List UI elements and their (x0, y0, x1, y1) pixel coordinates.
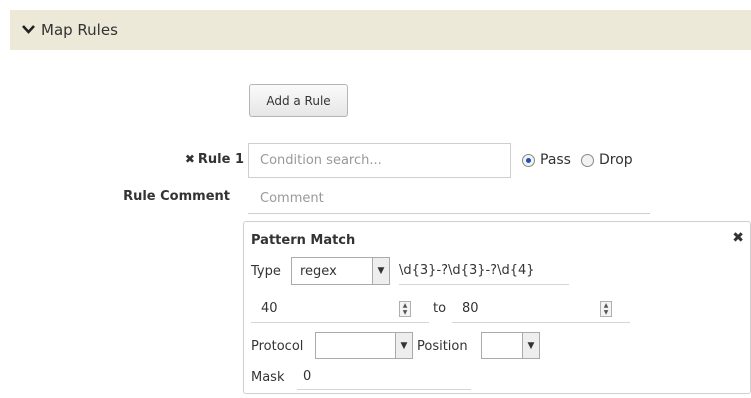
chevron-down-icon: ▼ (395, 333, 412, 358)
protocol-label: Protocol (251, 339, 304, 354)
pattern-match-title: Pattern Match (251, 233, 356, 248)
position-label: Position (417, 339, 468, 354)
pass-label: Pass (540, 152, 571, 168)
rule-comment-label: Rule Comment (123, 189, 230, 204)
drop-radio[interactable] (580, 153, 594, 167)
pattern-match-panel: Pattern Match ✖ Type regex ▼ \d{3}-?\d{3… (243, 221, 751, 394)
mask-input[interactable]: 0 (297, 364, 471, 390)
position-select[interactable]: ▼ (481, 332, 540, 359)
comment-placeholder: Comment (260, 191, 324, 206)
chevron-down-icon: ▼ (522, 333, 539, 358)
rule-label-text: Rule 1 (197, 152, 244, 167)
section-title: Map Rules (41, 21, 118, 39)
chevron-down-icon (22, 23, 35, 37)
pass-radio[interactable] (522, 153, 535, 167)
condition-search-input[interactable]: Condition search... (248, 143, 511, 178)
range-to-spinner[interactable]: ▲ ▼ (600, 301, 612, 317)
range-from-value: 40 (261, 301, 278, 316)
range-from-spinner[interactable]: ▲ ▼ (399, 301, 411, 317)
close-icon[interactable]: ✖ (732, 230, 744, 246)
map-rules-header[interactable]: Map Rules (10, 10, 751, 50)
protocol-select[interactable]: ▼ (315, 332, 413, 359)
drop-label: Drop (598, 152, 633, 168)
type-select-value: regex (300, 263, 337, 279)
drop-radio-option[interactable]: Drop (580, 152, 633, 168)
range-to-label: to (433, 301, 447, 316)
rule-label: ✖ Rule 1 (160, 152, 244, 167)
add-rule-button[interactable]: Add a Rule (249, 84, 348, 117)
remove-rule-icon[interactable]: ✖ (185, 152, 195, 166)
pass-radio-option[interactable]: Pass (522, 152, 571, 168)
mask-label: Mask (251, 370, 285, 385)
mask-value: 0 (303, 369, 312, 384)
rule-comment-input[interactable]: Comment (248, 184, 650, 214)
action-radio-group: Pass Drop (522, 152, 643, 168)
condition-search-placeholder: Condition search... (260, 153, 382, 168)
range-to-value: 80 (462, 301, 479, 316)
chevron-down-icon: ▼ (372, 258, 389, 284)
type-select[interactable]: regex ▼ (291, 257, 390, 285)
regex-value: \d{3}-?\d{3}-?\d{4} (399, 263, 535, 278)
regex-input[interactable]: \d{3}-?\d{3}-?\d{4} (399, 257, 569, 285)
type-label: Type (251, 264, 281, 279)
